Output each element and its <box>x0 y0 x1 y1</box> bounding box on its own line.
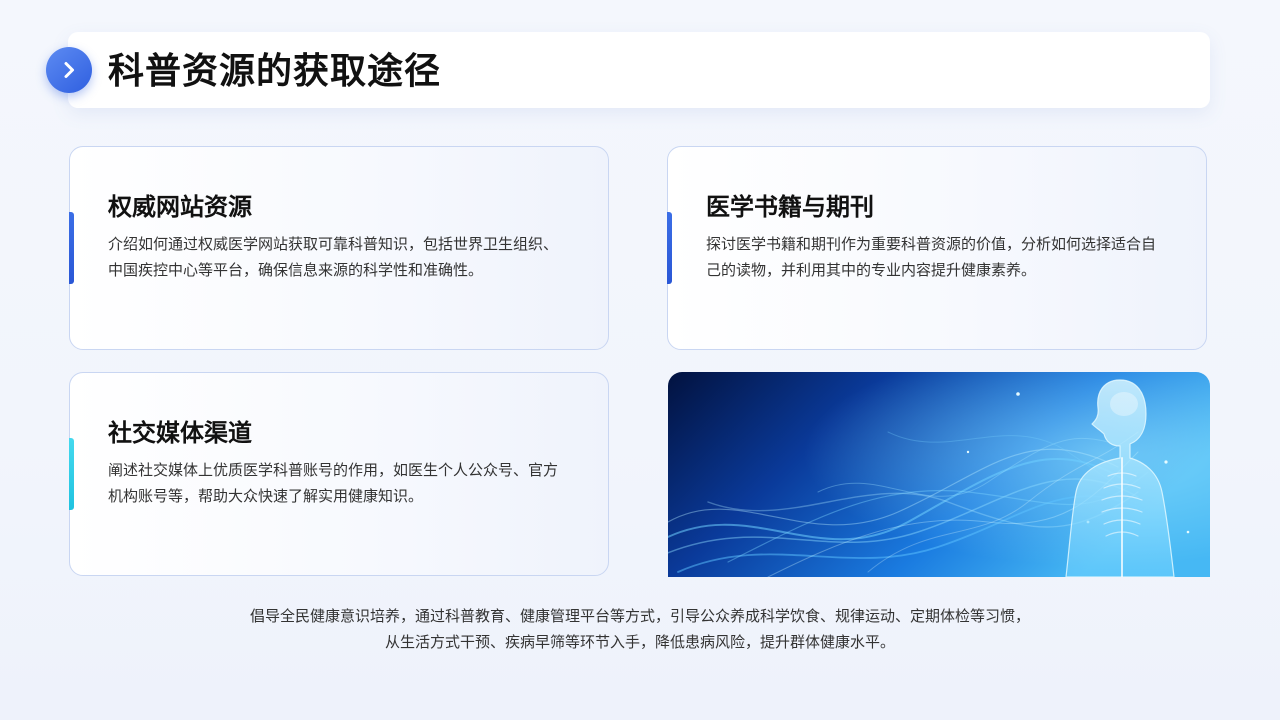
card-title: 社交媒体渠道 <box>108 419 252 447</box>
page-title: 科普资源的获取途径 <box>108 51 442 92</box>
card-description: 介绍如何通过权威医学网站获取可靠科普知识，包括世界卫生组织、中国疾控中心等平台，… <box>108 235 559 279</box>
card-description: 阐述社交媒体上优质医学科普账号的作用，如医生个人公众号、官方机构账号等，帮助大众… <box>108 461 559 505</box>
human-anatomy-illustration <box>668 372 1210 577</box>
chevron-right-icon <box>46 47 92 93</box>
footer-line: 从生活方式干预、疾病早筛等环节入手，降低患病风险，提升群体健康水平。 <box>384 633 895 651</box>
card-title: 权威网站资源 <box>108 193 252 221</box>
card-social-media: 社交媒体渠道 阐述社交媒体上优质医学科普账号的作用，如医生个人公众号、官方机构账… <box>69 372 609 576</box>
card-accent-bar <box>667 212 672 284</box>
footer-summary: 倡导全民健康意识培养，通过科普教育、健康管理平台等方式，引导公众养成科学饮食、规… <box>160 603 1120 655</box>
footer-line: 倡导全民健康意识培养，通过科普教育、健康管理平台等方式，引导公众养成科学饮食、规… <box>249 607 1030 625</box>
card-accent-bar <box>69 438 74 510</box>
card-title: 医学书籍与期刊 <box>706 193 874 221</box>
card-medical-books: 医学书籍与期刊 探讨医学书籍和期刊作为重要科普资源的价值，分析如何选择适合自己的… <box>667 146 1207 350</box>
card-accent-bar <box>69 212 74 284</box>
card-authority-websites: 权威网站资源 介绍如何通过权威医学网站获取可靠科普知识，包括世界卫生组织、中国疾… <box>69 146 609 350</box>
card-description: 探讨医学书籍和期刊作为重要科普资源的价值，分析如何选择适合自己的读物，并利用其中… <box>706 235 1157 279</box>
